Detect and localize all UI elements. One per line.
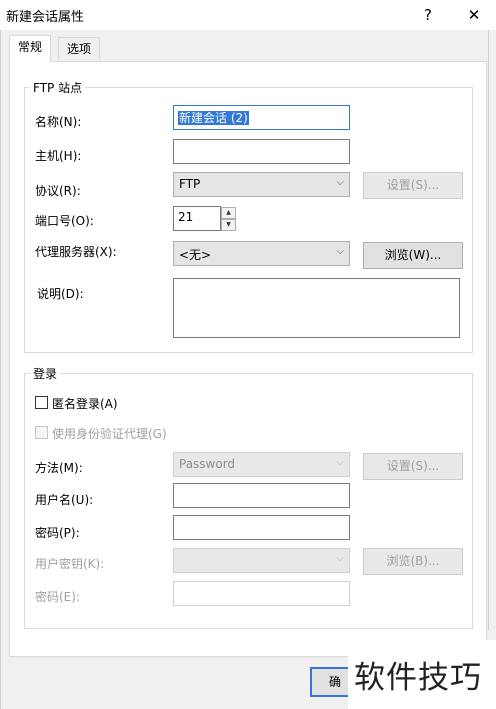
chevron-down-icon: ⌵: [336, 246, 344, 257]
close-icon[interactable]: ✕: [454, 0, 494, 30]
passphrase-label: 密码(E):: [35, 590, 80, 604]
username-field[interactable]: [173, 483, 350, 508]
host-field[interactable]: [173, 139, 350, 164]
description-textarea[interactable]: [173, 278, 460, 338]
passphrase-field[interactable]: [173, 581, 350, 606]
description-label: 说明(D):: [37, 287, 84, 301]
name-field[interactable]: 新建会话 (2): [173, 105, 350, 130]
method-label: 方法(M):: [35, 461, 83, 475]
watermark-text: 软件技巧: [348, 640, 496, 709]
username-label: 用户名(U):: [35, 493, 94, 507]
anonymous-label[interactable]: 匿名登录(A): [52, 395, 118, 412]
password-field[interactable]: [173, 515, 350, 540]
name-value: 新建会话 (2): [178, 111, 249, 125]
chevron-down-icon: ⌵: [336, 553, 344, 564]
proxy-label: 代理服务器(X):: [35, 245, 117, 259]
ftp-site-group-title: FTP 站点: [30, 79, 86, 96]
spin-down-icon[interactable]: ▼: [221, 219, 236, 231]
host-label: 主机(H):: [35, 149, 82, 163]
userkey-select[interactable]: ⌵: [173, 548, 350, 573]
spin-up-icon[interactable]: ▲: [221, 207, 236, 219]
anonymous-checkbox[interactable]: [35, 396, 48, 409]
userkey-label: 用户密钥(K):: [35, 557, 105, 571]
title-bar: 新建会话属性 ? ✕: [0, 0, 496, 30]
protocol-label: 协议(R):: [35, 184, 81, 198]
chevron-down-icon: ⌵: [336, 457, 344, 468]
proxy-select[interactable]: <无> ⌵: [173, 241, 350, 266]
port-label: 端口号(O):: [35, 214, 94, 228]
login-group-title: 登录: [30, 365, 61, 382]
tab-options[interactable]: 选项: [58, 37, 101, 61]
method-select[interactable]: Password ⌵: [173, 452, 350, 477]
protocol-select[interactable]: FTP ⌵: [173, 172, 350, 197]
method-settings-button[interactable]: 设置(S)...: [363, 453, 463, 480]
userkey-browse-button[interactable]: 浏览(B)...: [363, 548, 463, 575]
chevron-down-icon: ⌵: [336, 177, 344, 188]
name-label: 名称(N):: [35, 115, 82, 129]
help-icon[interactable]: ?: [408, 0, 448, 30]
method-value: Password: [179, 457, 236, 471]
proxy-browse-button[interactable]: 浏览(W)...: [363, 242, 463, 269]
window-border: [488, 30, 489, 630]
proxy-value: <无>: [179, 248, 212, 262]
tab-general[interactable]: 常规: [9, 35, 52, 62]
password-label: 密码(P):: [35, 526, 80, 540]
agent-label[interactable]: 使用身份验证代理(G): [52, 425, 167, 442]
protocol-value: FTP: [179, 177, 201, 191]
window-title: 新建会话属性: [6, 10, 85, 25]
port-field[interactable]: 21: [173, 206, 221, 231]
protocol-settings-button[interactable]: 设置(S)...: [363, 172, 463, 199]
agent-checkbox[interactable]: [35, 426, 48, 439]
